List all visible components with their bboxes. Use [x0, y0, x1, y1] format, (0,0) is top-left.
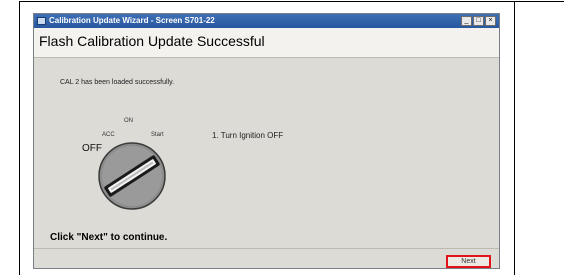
- continue-prompt: Click "Next" to continue.: [50, 232, 168, 243]
- instruction-step: 1. Turn Ignition OFF: [212, 131, 284, 140]
- frame-line-left: [19, 1, 20, 275]
- header-panel: Flash Calibration Update Successful: [34, 28, 499, 58]
- page-title: Flash Calibration Update Successful: [39, 33, 265, 49]
- frame-line-right: [514, 1, 515, 275]
- window-controls: _ □ ×: [461, 16, 496, 26]
- next-button[interactable]: Next: [446, 255, 491, 268]
- footer-divider: [34, 248, 499, 249]
- ignition-switch-icon: ACC ON Start OFF: [82, 118, 166, 210]
- ignition-label-start: Start: [151, 132, 164, 138]
- window-title: Calibration Update Wizard - Screen S701-…: [49, 16, 215, 25]
- frame-line-top: [19, 1, 564, 2]
- ignition-label-on: ON: [124, 118, 133, 124]
- title-bar: Calibration Update Wizard - Screen S701-…: [34, 14, 499, 28]
- ignition-label-off: OFF: [82, 143, 102, 154]
- maximize-button[interactable]: □: [473, 16, 484, 26]
- ignition-label-acc: ACC: [102, 132, 115, 138]
- close-button[interactable]: ×: [485, 16, 496, 26]
- app-icon: [37, 17, 46, 25]
- minimize-button[interactable]: _: [461, 16, 472, 26]
- wizard-window: Calibration Update Wizard - Screen S701-…: [33, 13, 500, 269]
- status-message: CAL 2 has been loaded successfully.: [60, 79, 175, 86]
